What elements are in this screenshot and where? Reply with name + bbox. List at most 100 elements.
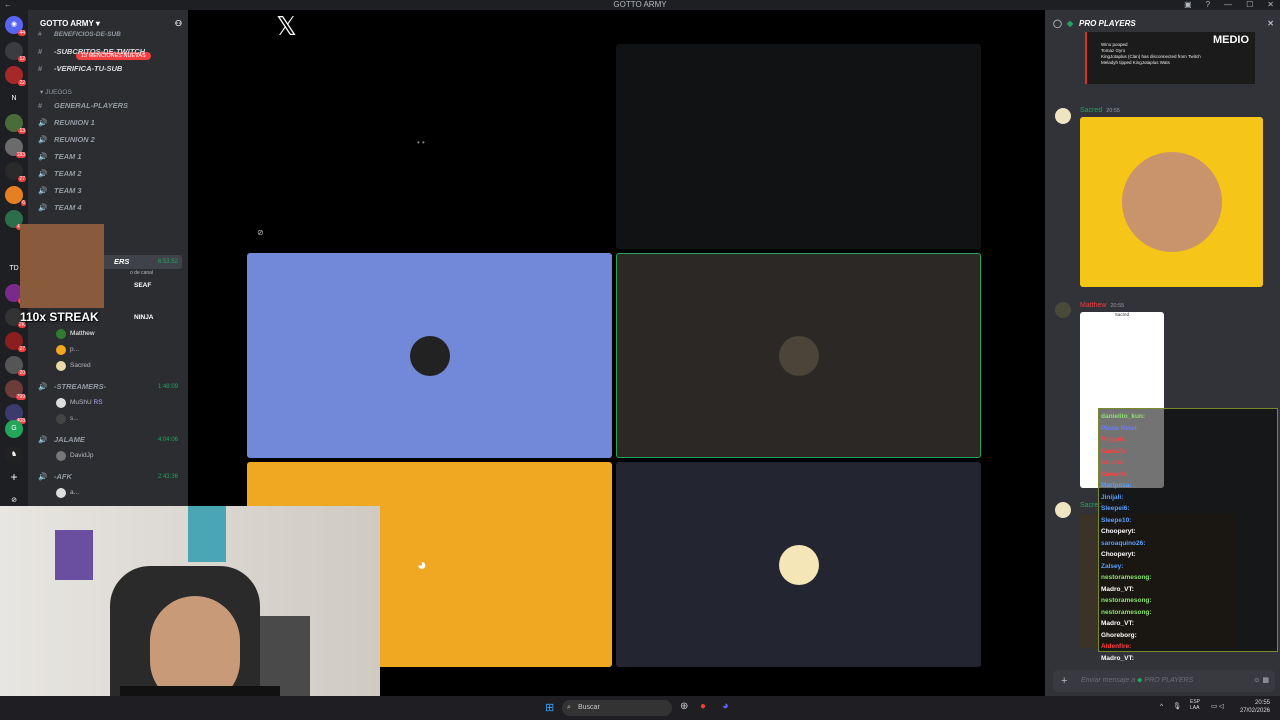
voice-channel[interactable]: 🔊 JALAME 4:04:06 — [32, 433, 182, 447]
channel-label: JALAME — [54, 435, 85, 444]
message-author[interactable]: Matthew 20:55 — [1080, 302, 1124, 309]
video-tile-speaking[interactable] — [616, 253, 981, 458]
voice-channel[interactable]: 🔊 REUNION 1 — [32, 116, 182, 130]
avatar[interactable] — [1055, 108, 1071, 124]
channel-item[interactable]: # -VERIFICA-TU-SUB — [32, 62, 182, 76]
wall-poster — [188, 506, 226, 562]
server-icon[interactable]: 799 — [5, 380, 26, 400]
video-tile[interactable]: • • ⊘ — [247, 44, 612, 249]
speaker-icon: 🔊 — [38, 152, 48, 161]
voice-channel[interactable]: 🔊 -AFK 2:43:36 — [32, 470, 182, 484]
voice-channel[interactable]: 🔊 TEAM 4 — [32, 201, 182, 215]
avatar[interactable] — [1055, 502, 1071, 518]
network-icon[interactable]: ▭ — [1211, 703, 1217, 710]
voice-user[interactable]: s... — [56, 413, 79, 425]
add-server-icon[interactable]: + — [5, 468, 23, 486]
voice-user[interactable]: p... — [56, 344, 79, 356]
message-input[interactable]: + Enviar mensaje a ◆ PRO PLAYERS ☺ ▦ — [1053, 670, 1275, 692]
maximize-icon[interactable]: ☐ — [1246, 0, 1253, 9]
voice-channel[interactable]: 🔊 TEAM 1 — [32, 150, 182, 164]
server-icon[interactable]: 20 — [5, 356, 26, 376]
speaker-icon: 🔊 — [38, 472, 48, 481]
discord-home-icon[interactable]: ◉ 44 — [5, 16, 26, 36]
category-label: JUEGOS — [45, 89, 72, 96]
twitch-chat-line: Madro_VT: — [1101, 618, 1275, 630]
help-icon[interactable]: ? — [1206, 0, 1210, 9]
message-author[interactable]: Sacred 20:55 — [1080, 107, 1120, 114]
emoji-icon[interactable]: ☺ ▦ — [1253, 670, 1269, 692]
server-icon[interactable]: G — [5, 420, 23, 438]
chat-username: Camerlel: — [1101, 470, 1131, 478]
channel-label: REUNION 2 — [54, 135, 95, 144]
user-name: p... — [70, 346, 80, 353]
chat-username: Sleepei6: — [1101, 505, 1130, 512]
shield-icon: ◆ — [1137, 677, 1143, 684]
voice-channel[interactable]: 🔊 TEAM 2 — [32, 167, 182, 181]
voice-channel[interactable]: 🔊 REUNION 2 — [32, 133, 182, 147]
channel-label: -VERIFICA-TU-SUB — [54, 64, 123, 73]
mic-icon[interactable]: 🎙 — [1173, 703, 1181, 710]
channel-item[interactable]: # BENEFICIOS-DE-SUB — [32, 28, 182, 42]
embedded-image[interactable]: MEDIO Wino pooped Tomaz Gyro KingJotaplu… — [1085, 32, 1255, 84]
server-icon[interactable]: ♞ — [5, 446, 23, 464]
voice-channel[interactable]: 🔊 -STREAMERS- 1:48:09 — [32, 380, 182, 394]
user-name: MuShU — [70, 399, 92, 406]
twitch-chat-line: Jinijali: — [1101, 492, 1275, 504]
discord-taskbar-icon[interactable]: ◕ — [722, 700, 729, 712]
user-name: a... — [70, 489, 80, 496]
sticker-image[interactable] — [1080, 117, 1263, 287]
channel-item[interactable]: # GENERAL-PLAYERS — [32, 99, 182, 113]
voice-user[interactable]: a... — [56, 487, 79, 499]
server-icon[interactable]: N — [5, 90, 23, 108]
minimize-icon[interactable]: — — [1224, 0, 1232, 9]
server-icon[interactable]: 22 — [5, 66, 26, 86]
channel-label: GENERAL-PLAYERS — [54, 101, 129, 110]
channel-item[interactable]: # -SUBCRITOS-DE-TWITCH — [32, 45, 182, 59]
channel-label: TEAM 3 — [54, 186, 82, 195]
category-header[interactable]: ▾ JUEGOS — [40, 88, 72, 96]
close-chat-icon[interactable]: ✕ — [1267, 14, 1274, 34]
app-icon[interactable]: ⊕ — [680, 701, 688, 712]
windows-taskbar: ⊞ ⌕ Buscar ⊕ ● ◕ ^ 🎙 ESP LAA ▭ ◁ 20:55 27/0… — [0, 696, 1280, 720]
voice-user[interactable]: MuShU RS — [56, 397, 103, 409]
speaker-icon: 🔊 — [38, 135, 48, 144]
language-indicator[interactable]: ESP LAA — [1190, 699, 1200, 711]
chat-username: Mariposa: — [1101, 482, 1132, 489]
speaker-icon: 🔊 — [38, 435, 48, 444]
chat-username: nestoramesong: — [1101, 574, 1152, 581]
windows-start-icon[interactable]: ⊞ — [545, 701, 554, 714]
voice-user[interactable]: DavidJp — [56, 450, 93, 462]
taskbar-search[interactable]: ⌕ Buscar — [562, 700, 672, 716]
chrome-icon[interactable]: ● — [700, 701, 706, 712]
twitch-chat-line: Sleepe10: — [1101, 515, 1275, 527]
voice-user[interactable]: Matthew — [56, 328, 95, 340]
server-icon[interactable]: 27 — [5, 332, 26, 352]
volume-icon[interactable]: ◁ — [1219, 703, 1224, 710]
video-tile[interactable] — [247, 253, 612, 458]
video-tile[interactable] — [616, 44, 981, 249]
avatar — [56, 451, 66, 461]
system-clock[interactable]: 20:55 27/02/2026 — [1240, 699, 1270, 715]
voice-user[interactable]: Sacred — [56, 360, 91, 372]
channel-user: SEAF — [134, 282, 152, 289]
close-icon[interactable]: ✕ — [1267, 0, 1274, 9]
avatar — [56, 329, 66, 339]
server-icon[interactable]: 183 — [5, 138, 26, 158]
badge: 44 — [18, 30, 26, 36]
add-attachment-icon[interactable]: + — [1061, 670, 1067, 692]
video-tile[interactable] — [616, 462, 981, 667]
chat-username: Sleepe10: — [1101, 516, 1132, 524]
chat-username: Jinijali: — [1101, 493, 1124, 501]
server-icon[interactable]: 12 — [5, 42, 26, 62]
voice-channel[interactable]: 🔊 TEAM 3 — [32, 184, 182, 198]
server-icon[interactable]: 6 — [5, 186, 26, 206]
inbox-icon[interactable]: ▣ — [1184, 0, 1192, 9]
user-name: DavidJp — [70, 452, 94, 459]
server-icon[interactable]: 13 — [5, 114, 26, 134]
chevron-up-icon[interactable]: ^ — [1160, 703, 1163, 710]
twitch-chat-line: Kamafia: — [1101, 446, 1275, 458]
chat-header: ◯ ◆ PRO PLAYERS ✕ — [1045, 14, 1280, 34]
chat-bubble-icon: ◯ — [1053, 19, 1062, 28]
server-icon[interactable]: 27 — [5, 162, 26, 182]
avatar[interactable] — [1055, 302, 1071, 318]
